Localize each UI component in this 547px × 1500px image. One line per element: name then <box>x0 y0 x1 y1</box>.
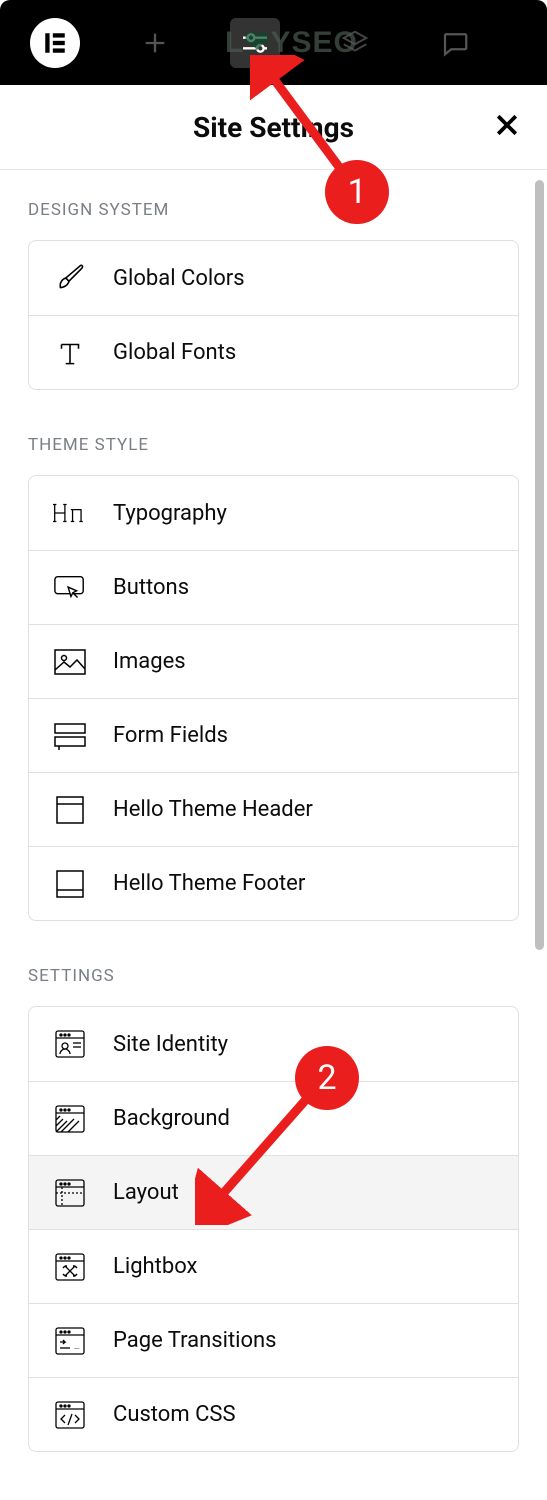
sliders-icon <box>239 27 271 59</box>
menu-item-label: Custom CSS <box>113 1402 236 1427</box>
menu-item-label: Hello Theme Footer <box>113 871 305 896</box>
menu-item-typography[interactable]: Typography <box>29 476 518 550</box>
brush-icon <box>53 261 87 295</box>
annotation-badge-1: 1 <box>325 160 389 224</box>
annotation-arrow-2 <box>195 1085 325 1225</box>
menu-item-label: Layout <box>113 1180 179 1205</box>
menu-item-label: Global Fonts <box>113 340 236 365</box>
type-icon <box>53 336 87 370</box>
plus-icon <box>141 29 169 57</box>
elementor-logo-icon <box>42 30 68 56</box>
menu-item-label: Lightbox <box>113 1254 197 1279</box>
panel-content: DESIGN SYSTEM Global Colors Global Fonts… <box>0 170 547 1452</box>
identity-icon <box>53 1027 87 1061</box>
footer-icon <box>53 867 87 901</box>
layout-icon <box>53 1176 87 1210</box>
menu-group-design-system: Global Colors Global Fonts <box>28 240 519 390</box>
close-icon <box>492 110 522 140</box>
menu-item-label: Typography <box>113 501 227 526</box>
image-icon <box>53 645 87 679</box>
menu-item-global-fonts[interactable]: Global Fonts <box>29 315 518 389</box>
menu-item-global-colors[interactable]: Global Colors <box>29 241 518 315</box>
menu-item-label: Hello Theme Header <box>113 797 313 822</box>
comments-button[interactable] <box>430 18 480 68</box>
section-label-design-system: DESIGN SYSTEM <box>28 200 519 220</box>
section-label-theme-style: THEME STYLE <box>28 435 519 455</box>
menu-group-theme-style: Typography Buttons Images <box>28 475 519 921</box>
menu-item-site-identity[interactable]: Site Identity <box>29 1007 518 1081</box>
menu-item-label: Site Identity <box>113 1032 228 1057</box>
add-button[interactable] <box>130 18 180 68</box>
menu-item-label: Global Colors <box>113 266 245 291</box>
menu-item-page-transitions[interactable]: _ Page Transitions <box>29 1303 518 1377</box>
svg-text:_: _ <box>74 1340 80 1350</box>
menu-item-images[interactable]: Images <box>29 624 518 698</box>
menu-item-hello-header[interactable]: Hello Theme Header <box>29 772 518 846</box>
cursor-icon <box>53 571 87 605</box>
layers-icon <box>340 28 370 58</box>
menu-item-buttons[interactable]: Buttons <box>29 550 518 624</box>
scrollbar[interactable] <box>535 180 544 950</box>
chat-icon <box>440 28 470 58</box>
background-icon <box>53 1102 87 1136</box>
lightbox-icon <box>53 1250 87 1284</box>
menu-item-lightbox[interactable]: Lightbox <box>29 1229 518 1303</box>
header-icon <box>53 793 87 827</box>
section-label-settings: SETTINGS <box>28 966 519 986</box>
annotation-badge-2: 2 <box>295 1046 359 1110</box>
elementor-logo[interactable] <box>30 18 80 68</box>
transitions-icon: _ <box>53 1324 87 1358</box>
heading-icon <box>53 496 87 530</box>
menu-item-label: Page Transitions <box>113 1328 277 1353</box>
menu-item-hello-footer[interactable]: Hello Theme Footer <box>29 846 518 920</box>
menu-item-label: Images <box>113 649 186 674</box>
menu-item-form-fields[interactable]: Form Fields <box>29 698 518 772</box>
menu-group-settings: Site Identity Background <box>28 1006 519 1452</box>
form-icon <box>53 719 87 753</box>
menu-item-label: Buttons <box>113 575 189 600</box>
close-button[interactable] <box>492 110 522 144</box>
menu-item-custom-css[interactable]: Custom CSS <box>29 1377 518 1451</box>
menu-item-label: Form Fields <box>113 723 228 748</box>
css-icon <box>53 1398 87 1432</box>
